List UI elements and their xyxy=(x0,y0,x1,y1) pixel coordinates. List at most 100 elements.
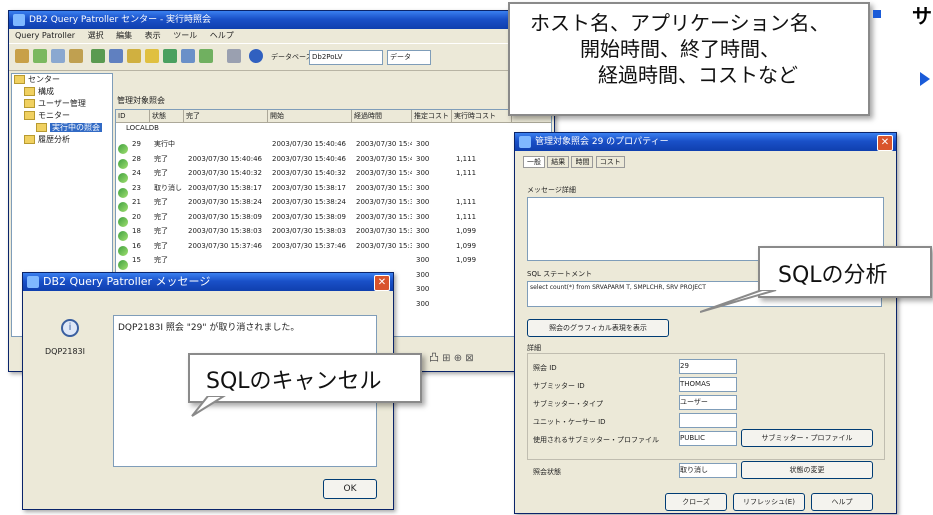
slide-edge-text: サ xyxy=(912,4,932,28)
field-unit-user-id[interactable] xyxy=(679,413,737,428)
main-statusbar-icons: 凸 ⊞ ⊕ ⊠ xyxy=(429,353,474,364)
toolbar-icon-1[interactable] xyxy=(15,49,29,63)
toolbar-db-label: データベース xyxy=(271,53,313,61)
close-button[interactable]: クローズ xyxy=(665,493,727,511)
col-started[interactable]: 開始 xyxy=(268,110,352,122)
menu-view[interactable]: 表示 xyxy=(145,31,161,40)
col-elapsed[interactable]: 経過時間 xyxy=(352,110,412,122)
field-submitter-id[interactable]: THOMAS xyxy=(679,377,737,392)
tab-time[interactable]: 時間 xyxy=(571,156,594,168)
app-icon xyxy=(27,276,39,288)
toolbar-icon-11[interactable] xyxy=(199,49,213,63)
help-icon[interactable] xyxy=(249,49,263,63)
table-row[interactable]: 15 完了 300 1,099 xyxy=(116,254,512,270)
table-row[interactable]: 29実行中2003/07/30 15:40:462003/07/30 15:40… xyxy=(116,138,512,154)
toolbar-icon-8[interactable] xyxy=(145,49,159,63)
refresh-button[interactable]: リフレッシュ(E) xyxy=(733,493,805,511)
field-label-profile: 使用されるサブミッター・プロファイル xyxy=(533,436,659,444)
database-combo[interactable]: Db2PoLV xyxy=(309,50,383,65)
toolbar-icon-7[interactable] xyxy=(127,49,141,63)
table-row[interactable]: 23 取り消し 2003/07/30 15:38:17 2003/07/30 15:3… xyxy=(116,182,512,198)
app-icon xyxy=(519,136,531,148)
toolbar-icon-6[interactable] xyxy=(109,49,123,63)
sql-statement-label: SQL ステートメント xyxy=(527,270,593,278)
blue-marker xyxy=(873,10,881,18)
field-label-unit-user-id: ユニット・ケーサー ID xyxy=(533,418,606,426)
field-query-id[interactable]: 29 xyxy=(679,359,737,374)
menu-help[interactable]: ヘルプ xyxy=(210,31,234,40)
menu-edit[interactable]: 編集 xyxy=(116,31,132,40)
toolbar-icon-12[interactable] xyxy=(227,49,241,63)
callout-sql-cancel-text: SQLのキャンセル xyxy=(206,369,382,394)
table-row[interactable]: 16 完了 2003/07/30 15:37:46 2003/07/30 15:37:… xyxy=(116,240,512,256)
message-text: DQP2183I 照会 "29" が取り消されました。 xyxy=(118,323,300,333)
table-row[interactable]: 20 完了 2003/07/30 15:38:09 2003/07/30 15:38:… xyxy=(116,211,512,227)
panel-title: 管理対象照会 xyxy=(117,96,165,105)
callout-line-3: 経過時間、コストなど xyxy=(598,63,798,87)
folder-icon xyxy=(36,123,47,132)
main-window-titlebar[interactable]: DB2 Query Patroller センター - 実行時照会 xyxy=(9,11,554,29)
message-code: DQP2183I xyxy=(45,347,85,356)
tree-item-config[interactable]: 構成 xyxy=(12,86,112,98)
table-cell xyxy=(452,303,512,316)
tab-cost[interactable]: コスト xyxy=(595,156,625,168)
query-list-header: ID 状態 完了 開始 経過時間 推定コスト 実行時コスト xyxy=(116,110,551,123)
change-state-button[interactable]: 状態の変更 xyxy=(741,461,873,479)
database-combo-2[interactable]: データ xyxy=(387,50,431,65)
col-id[interactable]: ID xyxy=(116,110,150,122)
col-run-cost[interactable]: 実行時コスト xyxy=(452,110,512,122)
toolbar-icon-5[interactable] xyxy=(91,49,105,63)
folder-icon xyxy=(24,111,35,120)
blue-arrow-icon xyxy=(920,72,930,86)
folder-icon xyxy=(24,99,35,108)
callout-sql-analysis-tail xyxy=(700,290,777,313)
close-icon[interactable]: ✕ xyxy=(374,275,390,291)
group-label[interactable]: LOCALDB xyxy=(126,124,159,132)
tab-results[interactable]: 結果 xyxy=(547,156,570,168)
tree-item-monitor[interactable]: モニター xyxy=(12,110,112,122)
toolbar-icon-9[interactable] xyxy=(163,49,177,63)
tab-general[interactable]: 一般 xyxy=(523,156,545,168)
folder-icon xyxy=(24,87,35,96)
table-row[interactable]: 28 完了 2003/07/30 15:40:46 2003/07/30 15:40:… xyxy=(116,153,512,169)
table-row[interactable]: 21 完了 2003/07/30 15:38:24 2003/07/30 15:38:… xyxy=(116,196,512,212)
toolbar-icon-2[interactable] xyxy=(33,49,47,63)
callout-query-info: ホスト名、アプリケーション名、 開始時間、終了時間、 経過時間、コストなど xyxy=(508,2,870,116)
tree-item-history[interactable]: 履歴分析 xyxy=(12,134,112,146)
ok-button[interactable]: OK xyxy=(323,479,377,499)
callout-line-1: ホスト名、アプリケーション名、 xyxy=(530,11,830,35)
callout-line-2: 開始時間、終了時間、 xyxy=(580,37,780,61)
app-icon xyxy=(13,14,25,26)
properties-dialog: 管理対象照会 29 のプロパティー ✕ 一般 結果 時間 コスト メッセージ詳細… xyxy=(514,132,897,514)
tree-item-center[interactable]: センター xyxy=(12,74,112,86)
visual-explain-button[interactable]: 照会のグラフィカル表現を表示 xyxy=(527,319,669,337)
tree-item-running-queries[interactable]: 実行中の照会 xyxy=(12,122,112,134)
properties-titlebar[interactable]: 管理対象照会 29 のプロパティー ✕ xyxy=(515,133,896,151)
table-row[interactable]: 18 完了 2003/07/30 15:38:03 2003/07/30 15:38:… xyxy=(116,225,512,241)
menubar: Query Patroller 選択 編集 表示 ツール ヘルプ xyxy=(9,29,554,43)
field-submitter-type[interactable]: ユーザー xyxy=(679,395,737,410)
message-detail-label: メッセージ詳細 xyxy=(527,186,576,194)
folder-icon xyxy=(24,135,35,144)
col-completed[interactable]: 完了 xyxy=(184,110,268,122)
query-state-label: 照会状態 xyxy=(533,468,561,476)
field-label-query-id: 照会 ID xyxy=(533,364,557,372)
tree-item-user-mgmt[interactable]: ユーザー管理 xyxy=(12,98,112,110)
col-est-cost[interactable]: 推定コスト xyxy=(412,110,452,122)
message-titlebar[interactable]: DB2 Query Patroller メッセージ ✕ xyxy=(23,273,393,291)
toolbar-icon-4[interactable] xyxy=(69,49,83,63)
folder-icon xyxy=(14,75,25,84)
field-profile[interactable]: PUBLIC xyxy=(679,431,737,446)
menu-select[interactable]: 選択 xyxy=(88,31,104,40)
col-status[interactable]: 状態 xyxy=(150,110,184,122)
toolbar-icon-3[interactable] xyxy=(51,49,65,63)
menu-tools[interactable]: ツール xyxy=(173,31,197,40)
submitter-profile-button[interactable]: サブミッター・プロファイル xyxy=(741,429,873,447)
field-label-submitter-type: サブミッター・タイプ xyxy=(533,400,603,408)
menu-query-patroller[interactable]: Query Patroller xyxy=(15,31,75,40)
table-row[interactable]: 24 完了 2003/07/30 15:40:32 2003/07/30 15:40:… xyxy=(116,167,512,183)
toolbar-icon-10[interactable] xyxy=(181,49,195,63)
query-state-field[interactable]: 取り消し xyxy=(679,463,737,478)
help-button[interactable]: ヘルプ xyxy=(811,493,873,511)
close-icon[interactable]: ✕ xyxy=(877,135,893,151)
